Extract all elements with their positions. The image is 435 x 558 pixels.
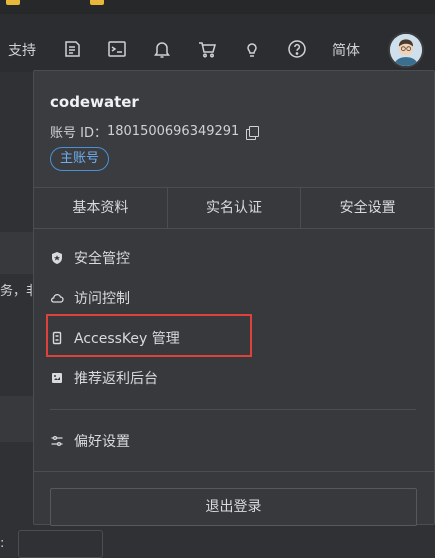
help-icon[interactable] — [286, 38, 308, 60]
account-tabs: 基本资料 实名认证 安全设置 — [34, 188, 434, 229]
cloud-icon — [50, 291, 64, 305]
terminal-icon[interactable] — [106, 38, 128, 60]
bookmarks-bar — [0, 0, 435, 14]
folder-icon — [6, 0, 20, 5]
tab-basic-info[interactable]: 基本资料 — [34, 188, 167, 228]
shield-icon — [50, 251, 64, 265]
bell-icon[interactable] — [151, 38, 173, 60]
menu-item-accesskey-management[interactable]: AccessKey 管理 — [50, 327, 180, 349]
logout-button[interactable]: 退出登录 — [50, 488, 417, 526]
language-switch[interactable]: 简体 — [332, 40, 360, 60]
account-id-value: 1801500696349291 — [106, 124, 240, 139]
background-text: : — [0, 536, 5, 551]
gift-icon — [50, 371, 64, 385]
menu-item-label: AccessKey 管理 — [74, 331, 180, 347]
menu-item-preferences[interactable]: 偏好设置 — [50, 430, 130, 452]
sliders-icon — [50, 434, 64, 448]
menu-item-label: 访问控制 — [74, 291, 130, 307]
copy-icon[interactable] — [245, 125, 260, 140]
tab-security-settings[interactable]: 安全设置 — [300, 188, 434, 228]
lightbulb-icon[interactable] — [241, 38, 263, 60]
avatar[interactable] — [388, 32, 424, 68]
folder-icon — [90, 0, 104, 5]
divider — [50, 409, 416, 410]
tab-real-name-verification[interactable]: 实名认证 — [166, 188, 301, 228]
account-id-row: 账号 ID： 1801500696349291 — [50, 122, 260, 141]
page-size-select[interactable] — [18, 530, 103, 558]
menu-item-label: 偏好设置 — [74, 434, 130, 450]
menu-item-security-control[interactable]: 安全管控 — [50, 247, 130, 269]
user-info-header: codewater 账号 ID： 1801500696349291 主账号 — [34, 71, 434, 188]
support-link[interactable]: 支持 — [8, 40, 36, 60]
background-row — [0, 232, 34, 274]
cart-icon[interactable] — [196, 38, 218, 60]
page-background — [0, 72, 34, 558]
username: codewater — [50, 93, 139, 111]
key-icon — [50, 331, 64, 345]
account-id-label: 账号 ID： — [50, 126, 107, 141]
user-dropdown-panel: codewater 账号 ID： 1801500696349291 主账号 基本资… — [33, 70, 435, 526]
top-header: 支持 简体 — [0, 14, 435, 72]
background-row — [0, 396, 34, 442]
main-account-badge: 主账号 — [50, 147, 110, 171]
menu-item-label: 安全管控 — [74, 251, 130, 267]
pagination-bar: : — [0, 524, 435, 558]
menu-item-label: 推荐返利后台 — [74, 371, 158, 387]
api-icon[interactable] — [61, 38, 83, 60]
screen: 支持 简体 务，非: codewater 账号 ID： 18015006963… — [0, 0, 435, 558]
bookmark-folder-1[interactable] — [6, 0, 20, 5]
menu-item-referral-rebate[interactable]: 推荐返利后台 — [50, 367, 158, 389]
divider — [34, 471, 434, 472]
menu-item-access-control[interactable]: 访问控制 — [50, 287, 130, 309]
bookmark-folder-2[interactable] — [90, 0, 104, 5]
